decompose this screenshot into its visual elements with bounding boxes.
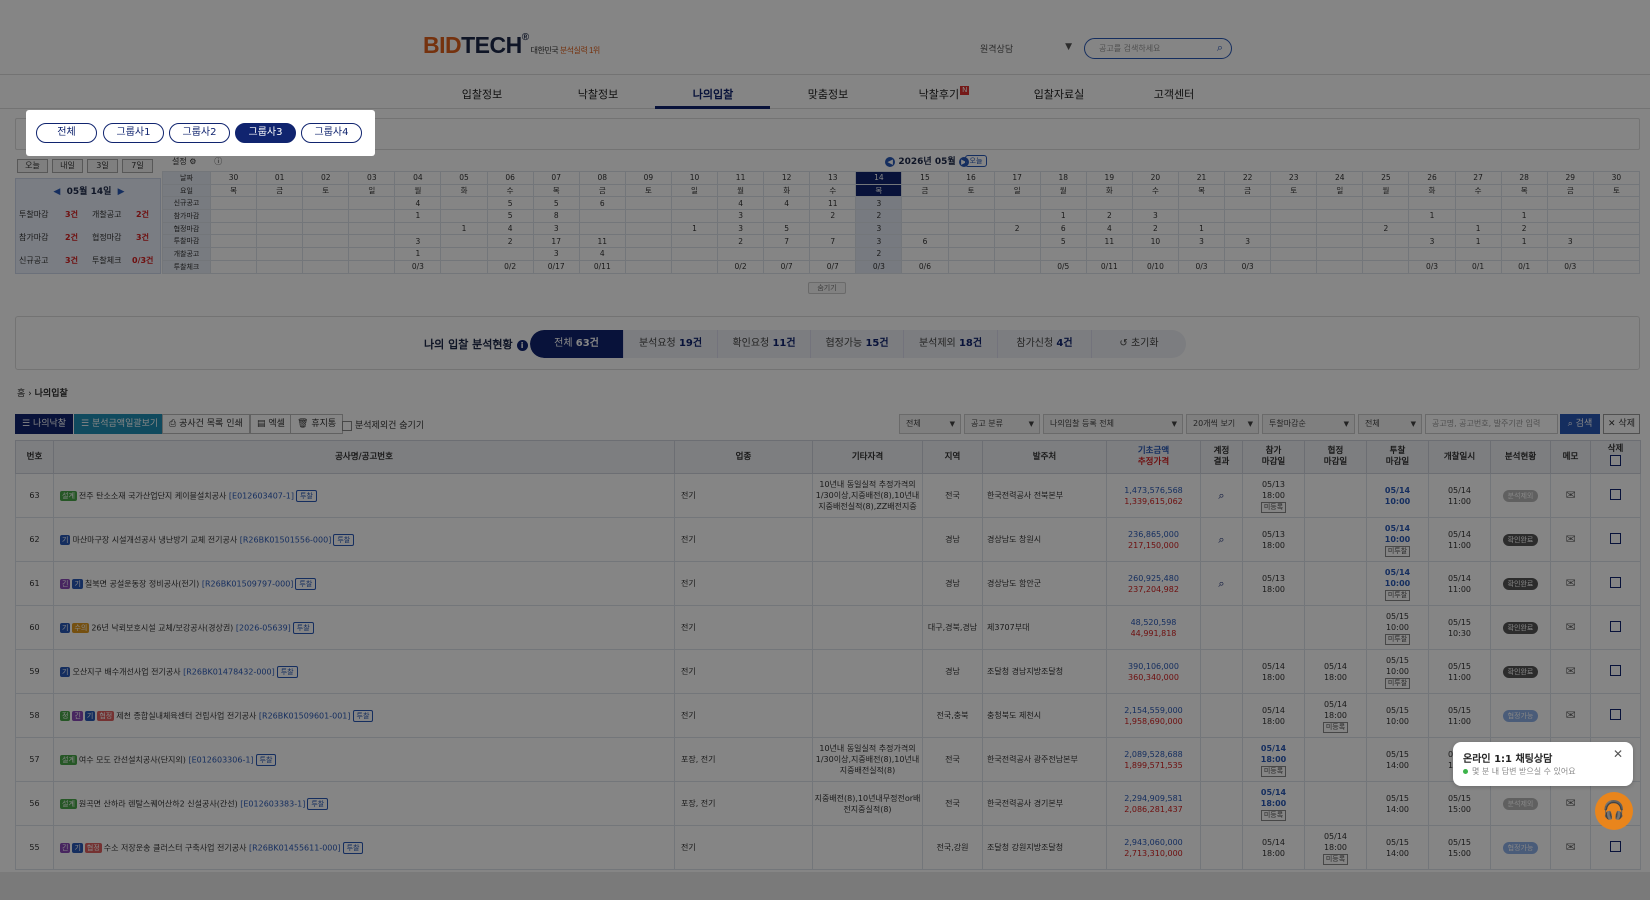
chat-subtitle: 몇 분 내 답변 받으실 수 있어요 bbox=[1463, 766, 1576, 777]
chat-title: 온라인 1:1 채팅상담 bbox=[1463, 754, 1553, 765]
group-filter-popup: 전체 그룹사1 그룹사2 그룹사3 그룹사4 bbox=[26, 110, 375, 156]
group-2-button[interactable]: 그룹사2 bbox=[169, 123, 230, 143]
group-1-button[interactable]: 그룹사1 bbox=[103, 123, 164, 143]
group-3-button[interactable]: 그룹사3 bbox=[235, 123, 296, 143]
close-icon[interactable]: ✕ bbox=[1613, 747, 1623, 761]
headset-icon[interactable]: 🎧 bbox=[1595, 792, 1633, 830]
group-all-button[interactable]: 전체 bbox=[36, 123, 97, 143]
bottom-bar bbox=[0, 872, 1650, 900]
chat-widget[interactable]: 온라인 1:1 채팅상담 몇 분 내 답변 받으실 수 있어요 ✕ bbox=[1453, 742, 1633, 786]
group-4-button[interactable]: 그룹사4 bbox=[301, 123, 362, 143]
